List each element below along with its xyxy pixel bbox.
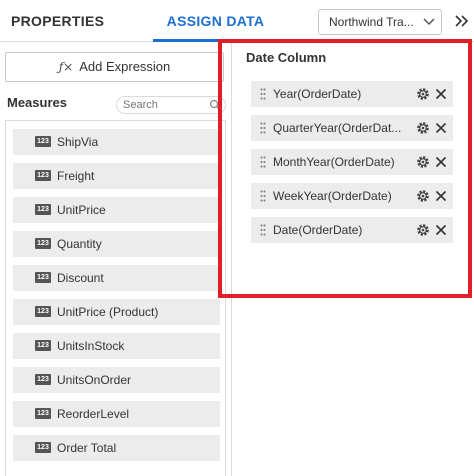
measure-item-order-total[interactable]: 123 Order Total — [13, 435, 220, 461]
tab-assign-data[interactable]: ASSIGN DATA — [153, 0, 278, 42]
measures-title: Measures — [7, 95, 67, 110]
number-badge-icon: 123 — [35, 442, 51, 453]
measure-label: UnitPrice (Product) — [57, 305, 159, 319]
number-badge-icon: 123 — [35, 238, 51, 249]
number-badge-icon: 123 — [35, 340, 51, 351]
number-badge-icon: 123 — [35, 170, 51, 181]
tab-properties[interactable]: PROPERTIES — [11, 0, 104, 42]
chevron-down-icon — [423, 18, 435, 26]
add-expression-label: Add Expression — [79, 59, 171, 74]
measure-item-unitsinstock[interactable]: 123 UnitsInStock — [13, 333, 220, 359]
measure-item-unitprice[interactable]: 123 UnitPrice — [13, 197, 220, 223]
measure-label: UnitPrice — [57, 203, 106, 217]
panel-header: PROPERTIES ASSIGN DATA Northwind Tra... — [0, 0, 474, 42]
measure-label: Discount — [57, 271, 104, 285]
measure-label: Freight — [57, 169, 95, 183]
number-badge-icon: 123 — [35, 408, 51, 419]
add-expression-button[interactable]: ƒ× Add Expression — [5, 52, 224, 82]
measure-item-shipvia[interactable]: 123 ShipVia — [13, 129, 220, 155]
search-input[interactable] — [123, 98, 207, 112]
measure-label: ShipVia — [57, 135, 99, 149]
fx-icon: ƒ× — [58, 60, 74, 74]
measure-item-unitsonorder[interactable]: 123 UnitsOnOrder — [13, 367, 220, 393]
number-badge-icon: 123 — [35, 306, 51, 317]
double-chevron-right-icon[interactable] — [452, 10, 472, 32]
measure-label: Order Total — [57, 441, 117, 455]
measure-label: UnitsInStock — [57, 339, 125, 353]
datasource-selected-value: Northwind Tra... — [329, 15, 414, 29]
measure-label: Quantity — [57, 237, 102, 251]
number-badge-icon: 123 — [35, 374, 51, 385]
measures-list: 123 ShipVia 123 Freight 123 UnitPrice 12… — [5, 120, 226, 476]
number-badge-icon: 123 — [35, 204, 51, 215]
measure-label: ReorderLevel — [57, 407, 130, 421]
search-field[interactable] — [116, 96, 226, 114]
datasource-dropdown[interactable]: Northwind Tra... — [318, 9, 442, 35]
measure-label: UnitsOnOrder — [57, 373, 132, 387]
highlight-box — [218, 39, 472, 298]
measure-item-unitprice-product[interactable]: 123 UnitPrice (Product) — [13, 299, 220, 325]
measure-item-reorderlevel[interactable]: 123 ReorderLevel — [13, 401, 220, 427]
measure-item-quantity[interactable]: 123 Quantity — [13, 231, 220, 257]
measure-item-freight[interactable]: 123 Freight — [13, 163, 220, 189]
number-badge-icon: 123 — [35, 136, 51, 147]
measure-item-discount[interactable]: 123 Discount — [13, 265, 220, 291]
number-badge-icon: 123 — [35, 272, 51, 283]
